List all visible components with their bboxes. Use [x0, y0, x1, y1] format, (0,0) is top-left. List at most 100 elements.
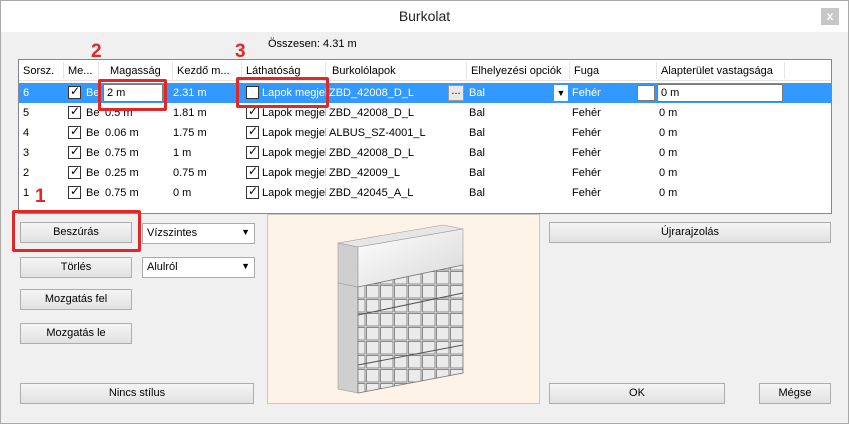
table-row[interactable]: 3 Be 0.75 m 1 m Lapok megjel ZBD_42008_D… [19, 143, 831, 163]
cell-elhelyezes: Bal [469, 167, 485, 179]
cell-burkolo: ZBD_42008_D_L [329, 87, 415, 99]
cell-sorsz: 6 [23, 87, 30, 99]
cell-magassag: 0.06 m [105, 127, 139, 139]
tile-preview [267, 214, 540, 404]
cell-sorsz: 1 [23, 187, 30, 199]
col-fuga[interactable]: Fuga [574, 65, 654, 77]
visibility-checkbox[interactable] [246, 184, 259, 199]
direction-value: Alulról [147, 261, 178, 273]
chevron-down-icon: ▼ [241, 227, 250, 237]
no-style-button[interactable]: Nincs stílus [20, 383, 254, 404]
visibility-checkbox[interactable] [246, 124, 259, 139]
move-up-button[interactable]: Mozgatás fel [20, 289, 132, 310]
col-me[interactable]: Me... [68, 65, 96, 77]
browse-tile-button[interactable]: ... [448, 85, 464, 101]
window-title: Burkolat [398, 8, 451, 24]
col-elhelyezes[interactable]: Elhelyezési opciók [471, 65, 569, 77]
col-vastagsag[interactable]: Alapterület vastagsága [661, 65, 786, 77]
cell-magassag: 0.25 m [105, 167, 139, 179]
cell-vastagsag: 0 m [659, 147, 678, 159]
visibility-checkbox[interactable] [246, 144, 259, 159]
direction-select[interactable]: Alulról ▼ [142, 257, 255, 278]
row-enabled-checkbox[interactable] [68, 124, 81, 139]
cell-sorsz: 2 [23, 167, 30, 179]
cell-kezdo: 1.81 m [173, 107, 207, 119]
table-header: Sorsz. Me... Magasság Kezdő m... Látható… [19, 60, 831, 81]
cell-me: Be [86, 127, 100, 139]
cell-burkolo: ZBD_42009_L [329, 167, 400, 179]
visibility-checkbox[interactable] [246, 164, 259, 179]
cell-sorsz: 5 [23, 107, 30, 119]
cell-burkolo: ZBD_42008_D_L [329, 147, 415, 159]
annotation-box-1 [12, 210, 141, 252]
close-button[interactable]: x [821, 8, 839, 25]
orientation-value: Vízszintes [147, 227, 198, 239]
cell-sorsz: 4 [23, 127, 30, 139]
cell-kezdo: 2.31 m [173, 87, 207, 99]
ok-button[interactable]: OK [549, 383, 725, 404]
cell-elhelyezes: Bal [469, 187, 485, 199]
cell-kezdo: 1.75 m [173, 127, 207, 139]
cell-lathatosag: Lapok megjel [262, 167, 326, 179]
thickness-input[interactable]: 0 m [657, 84, 783, 102]
cell-lathatosag: Lapok megjel [262, 187, 326, 199]
cell-sorsz: 3 [23, 147, 30, 159]
cell-vastagsag: 0 m [659, 127, 678, 139]
row-enabled-checkbox[interactable] [68, 84, 81, 99]
redraw-button[interactable]: Újrarajzolás [549, 222, 831, 243]
title-bar: Burkolat x [0, 0, 849, 32]
cell-fuga: Fehér [572, 147, 601, 159]
annotation-box-3 [236, 77, 329, 108]
total-summary: Összesen: 4.31 m [268, 38, 357, 50]
cell-kezdo: 1 m [173, 147, 192, 159]
cell-fuga: Fehér [572, 127, 601, 139]
wall-preview-image [337, 224, 464, 394]
cell-elhelyezes: Bal [469, 127, 485, 139]
cell-fuga: Fehér [572, 87, 601, 99]
cell-vastagsag: 0 m [659, 187, 678, 199]
row-enabled-checkbox[interactable] [68, 184, 81, 199]
cell-lathatosag: Lapok megjel [262, 147, 326, 159]
cell-lathatosag: Lapok megjel [262, 107, 326, 119]
delete-button[interactable]: Törlés [20, 257, 132, 278]
table-row[interactable]: 4 Be 0.06 m 1.75 m Lapok megjel ALBUS_SZ… [19, 123, 831, 143]
cell-lathatosag: Lapok megjel [262, 127, 326, 139]
row-enabled-checkbox[interactable] [68, 104, 81, 119]
cell-fuga: Fehér [572, 167, 601, 179]
col-magassag[interactable]: Magasság [110, 65, 172, 77]
cell-burkolo: ZBD_42008_D_L [329, 107, 415, 119]
orientation-select[interactable]: Vízszintes ▼ [142, 223, 255, 244]
row-enabled-checkbox[interactable] [68, 164, 81, 179]
cell-vastagsag: 0 m [659, 107, 678, 119]
col-burkololapok[interactable]: Burkolólapok [332, 65, 462, 77]
chevron-down-icon: ▼ [241, 261, 250, 271]
cell-elhelyezes[interactable]: Bal [469, 87, 485, 99]
cell-elhelyezes: Bal [469, 147, 485, 159]
cell-burkolo: ALBUS_SZ-4001_L [329, 127, 426, 139]
cell-magassag: 0.75 m [105, 187, 139, 199]
col-kezdo[interactable]: Kezdő m... [177, 65, 239, 77]
cell-burkolo: ZBD_42045_A_L [329, 187, 414, 199]
chevron-down-icon[interactable]: ▼ [554, 85, 568, 101]
cell-fuga: Fehér [572, 187, 601, 199]
cell-elhelyezes: Bal [469, 107, 485, 119]
cell-me: Be [86, 167, 100, 179]
cell-me: Be [86, 187, 100, 199]
cancel-button[interactable]: Mégse [759, 383, 831, 404]
cell-fuga: Fehér [572, 107, 601, 119]
table-row[interactable]: 1 Be 0.75 m 0 m Lapok megjel ZBD_42045_A… [19, 183, 831, 203]
fuga-color-swatch[interactable] [637, 85, 655, 101]
move-down-button[interactable]: Mozgatás le [20, 323, 132, 344]
cell-kezdo: 0.75 m [173, 167, 207, 179]
cell-vastagsag: 0 m [659, 167, 678, 179]
annotation-number-2: 2 [91, 41, 102, 62]
cell-me: Be [86, 147, 100, 159]
row-enabled-checkbox[interactable] [68, 144, 81, 159]
table-row[interactable]: 2 Be 0.25 m 0.75 m Lapok megjel ZBD_4200… [19, 163, 831, 183]
annotation-number-1: 1 [35, 186, 46, 207]
col-sorsz[interactable]: Sorsz. [23, 65, 59, 77]
annotation-number-3: 3 [235, 41, 246, 62]
col-lathatosag[interactable]: Láthatóság [246, 65, 326, 77]
cell-magassag: 0.75 m [105, 147, 139, 159]
cell-kezdo: 0 m [173, 187, 192, 199]
